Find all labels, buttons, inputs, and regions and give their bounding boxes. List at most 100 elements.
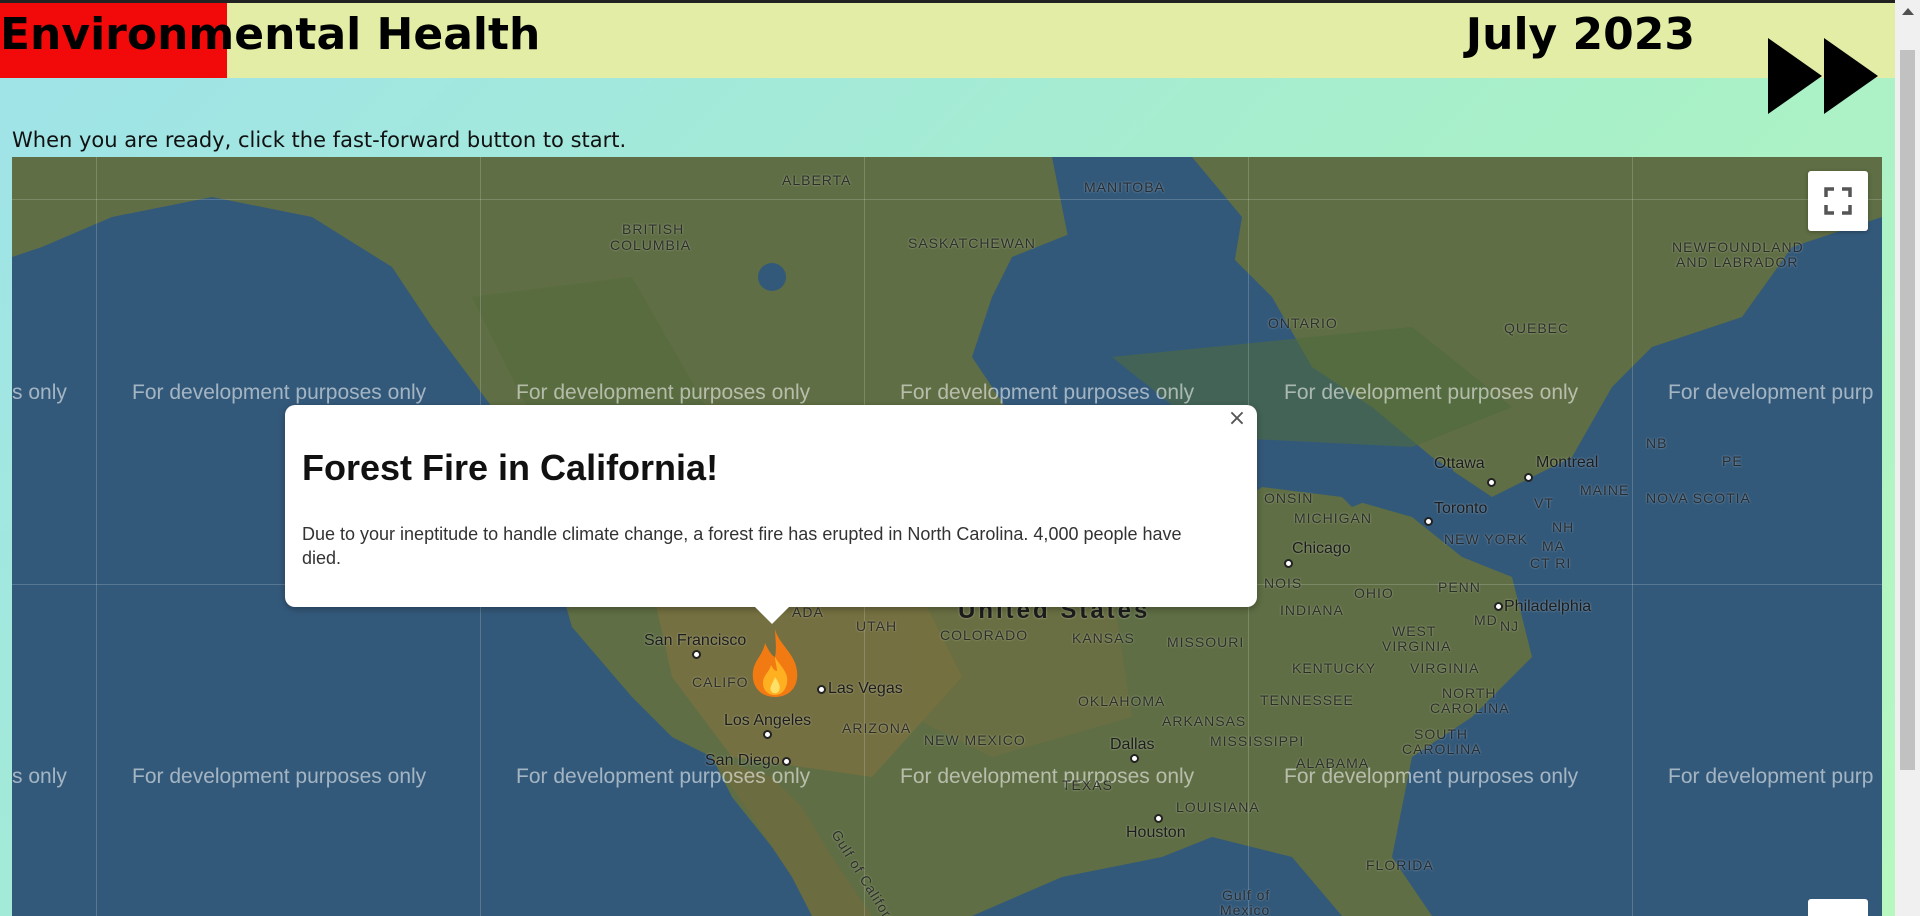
map-label-west-virginia: WEST: [1392, 623, 1437, 639]
map-city-toronto: Toronto: [1434, 500, 1488, 517]
page-scrollbar[interactable]: [1895, 0, 1920, 916]
header-bar: Environmental Health July 2023: [0, 0, 1895, 78]
map-label-colorado: COLORADO: [940, 627, 1029, 643]
map-label-penn: PENN: [1438, 579, 1481, 595]
map-grid-line: [96, 157, 97, 916]
map-label-arizona: ARIZONA: [842, 720, 912, 736]
map-label-alberta: ALBERTA: [782, 172, 852, 188]
fast-forward-icon: [1768, 38, 1878, 114]
map-city-las-vegas: Las Vegas: [828, 680, 903, 697]
map-label-louisiana: LOUISIANA: [1176, 799, 1260, 815]
map-label-illinois: NOIS: [1264, 575, 1303, 591]
city-marker: [692, 650, 701, 659]
map-label-indiana: INDIANA: [1280, 602, 1344, 618]
map-city-chicago: Chicago: [1292, 540, 1351, 557]
map-label-nb: NB: [1646, 435, 1668, 451]
map-label-ontario: ONTARIO: [1268, 315, 1338, 331]
map-label-north-carolina: CAROLINA: [1430, 700, 1510, 716]
scrollbar-thumb[interactable]: [1900, 50, 1915, 770]
map-label-michigan: MICHIGAN: [1294, 510, 1372, 526]
map-label-alabama: ALABAMA: [1296, 755, 1370, 771]
info-window-body: Due to your ineptitude to handle climate…: [302, 524, 1182, 568]
map-label-wisconsin: ONSIN: [1264, 490, 1314, 506]
zoom-control[interactable]: [1808, 899, 1868, 916]
map-label-florida: FLORIDA: [1366, 857, 1434, 873]
map-label-mississippi: MISSISSIPPI: [1210, 733, 1305, 749]
map-city-los-angeles: Los Angeles: [724, 712, 812, 729]
map-label-tennessee: TENNESSEE: [1260, 692, 1354, 708]
map-watermark: For development purposes only: [132, 381, 427, 404]
map-watermark: For development purp: [1668, 381, 1874, 404]
map-label-south-carolina: CAROLINA: [1402, 741, 1482, 757]
map-label-virginia: VIRGINIA: [1410, 660, 1480, 676]
city-marker: [1424, 517, 1433, 526]
map-label-nh: NH: [1552, 519, 1575, 535]
map-watermark: For development purposes only: [1284, 381, 1579, 404]
fullscreen-button[interactable]: [1808, 171, 1868, 231]
fullscreen-icon: [1824, 187, 1852, 215]
city-marker: [1284, 559, 1293, 568]
fire-marker[interactable]: [747, 627, 803, 699]
map-label-ct-ri: CT RI: [1530, 555, 1572, 571]
scroll-up-arrow[interactable]: [1902, 8, 1914, 15]
map-city-san-diego: San Diego: [705, 752, 780, 769]
map-label-arkansas: ARKANSAS: [1162, 713, 1247, 729]
page-title: Environmental Health: [0, 9, 541, 60]
map-watermark: For development purp: [1668, 765, 1874, 788]
map-label-newfoundland: NEWFOUNDLAND: [1672, 239, 1804, 255]
map-label-new-york: NEW YORK: [1444, 531, 1528, 547]
map-city-philadelphia: Philadelphia: [1504, 598, 1592, 615]
map-watermark: For development purposes only: [516, 381, 811, 404]
map-city-montreal: Montreal: [1536, 454, 1599, 471]
map-label-gulf-of-mexico: Gulf of: [1222, 887, 1271, 903]
map-grid-line: [1632, 157, 1633, 916]
map-label-ma: MA: [1542, 538, 1565, 554]
map-label-texas: TEXAS: [1062, 777, 1113, 793]
map-label-west-virginia: VIRGINIA: [1382, 638, 1452, 654]
map-label-newfoundland: AND LABRADOR: [1676, 254, 1799, 270]
map-view[interactable]: s only For development purposes only For…: [12, 157, 1882, 916]
close-icon[interactable]: ×: [1225, 407, 1249, 431]
info-window: × Forest Fire in California! Due to your…: [285, 405, 1257, 607]
map-label-md: MD: [1474, 612, 1498, 628]
map-city-dallas: Dallas: [1110, 736, 1155, 753]
map-label-ohio: OHIO: [1354, 585, 1394, 601]
map-watermark: s only: [12, 765, 67, 788]
city-marker: [1130, 754, 1139, 763]
map-label-saskatchewan: SASKATCHEWAN: [908, 235, 1036, 251]
map-label-new-mexico: NEW MEXICO: [924, 732, 1026, 748]
current-date: July 2023: [1465, 9, 1695, 60]
map-label-manitoba: MANITOBA: [1084, 179, 1165, 195]
map-label-south-carolina: SOUTH: [1414, 726, 1468, 742]
map-label-gulf-of-mexico: Mexico: [1220, 902, 1271, 916]
fire-icon: [752, 629, 798, 697]
map-label-pe: PE: [1722, 453, 1743, 469]
map-label-nj: NJ: [1500, 618, 1520, 634]
map-watermark: s only: [12, 381, 67, 404]
map-label-nova-scotia: NOVA SCOTIA: [1646, 490, 1751, 506]
map-label-vt: VT: [1534, 495, 1554, 511]
city-marker: [763, 730, 772, 739]
map-label-california: CALIFO: [692, 674, 749, 690]
map-label-kentucky: KENTUCKY: [1292, 660, 1377, 676]
city-marker: [1494, 602, 1503, 611]
map-label-maine: MAINE: [1580, 482, 1630, 498]
city-marker: [1487, 478, 1496, 487]
map-label-kansas: KANSAS: [1072, 630, 1135, 646]
map-label-quebec: QUEBEC: [1504, 320, 1570, 336]
map-city-san-francisco: San Francisco: [644, 632, 747, 649]
map-watermark: For development purposes only: [900, 381, 1195, 404]
map-label-british-columbia: BRITISH: [622, 221, 685, 237]
map-watermark: For development purposes only: [132, 765, 427, 788]
map-grid-line: [12, 199, 1882, 200]
fast-forward-button[interactable]: [1766, 36, 1882, 116]
map-watermark: For development purposes only: [900, 765, 1195, 788]
info-window-pointer: [754, 606, 790, 624]
map-label-utah: UTAH: [856, 618, 898, 634]
map-label-oklahoma: OKLAHOMA: [1078, 693, 1166, 709]
city-marker: [1524, 473, 1533, 482]
map-city-ottawa: Ottawa: [1434, 455, 1485, 472]
map-city-houston: Houston: [1126, 824, 1186, 841]
city-marker: [782, 757, 791, 766]
city-marker: [817, 685, 826, 694]
